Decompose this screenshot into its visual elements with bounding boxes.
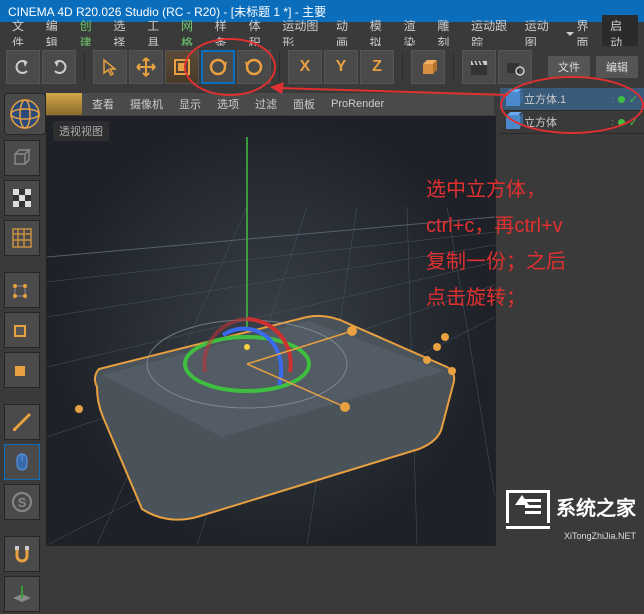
edge-mode-icon bbox=[10, 318, 34, 342]
enable-check-icon[interactable]: ✓ bbox=[629, 116, 638, 129]
rotate-alt-icon bbox=[243, 56, 265, 78]
move-icon bbox=[135, 56, 157, 78]
toolbar-divider bbox=[279, 53, 280, 81]
rotate-icon bbox=[207, 56, 229, 78]
snap-s-icon: S bbox=[10, 490, 34, 514]
clapper-gear-icon bbox=[505, 57, 525, 77]
vp-tab-panel[interactable]: 面板 bbox=[285, 96, 323, 112]
globe-icon bbox=[8, 97, 42, 131]
scale-icon bbox=[172, 57, 192, 77]
vp-tab-camera[interactable]: 摄像机 bbox=[122, 96, 171, 112]
object-hierarchy-panel: 立方体.1 : ✓ 立方体 : ✓ bbox=[500, 88, 644, 544]
right-pill-bar: 文件 编辑 bbox=[548, 56, 638, 78]
checker-icon bbox=[10, 186, 34, 210]
viewport-header: 查看 摄像机 显示 选项 过滤 面板 ProRender bbox=[46, 93, 494, 115]
hierarchy-item-label: 立方体 bbox=[524, 114, 557, 130]
axis-y-button[interactable]: Y bbox=[324, 50, 358, 84]
magnet-icon bbox=[10, 542, 34, 566]
viewport-label: 透视视图 bbox=[53, 121, 109, 141]
point-mode-button[interactable] bbox=[4, 272, 40, 308]
visibility-dot-icon[interactable] bbox=[618, 96, 625, 103]
chevron-down-icon bbox=[566, 32, 574, 36]
toolbar-divider bbox=[84, 53, 85, 81]
render-clapper-button[interactable] bbox=[462, 50, 496, 84]
move-tool-button[interactable] bbox=[129, 50, 163, 84]
point-mode-icon bbox=[10, 278, 34, 302]
viewport-3d[interactable]: 透视视图 bbox=[46, 116, 496, 546]
axis-x-button[interactable]: X bbox=[288, 50, 322, 84]
left-toolbar-tools: S bbox=[4, 140, 44, 614]
edge-mode-button[interactable] bbox=[4, 312, 40, 348]
grid-icon bbox=[10, 226, 34, 250]
snap-mode-button[interactable]: S bbox=[4, 484, 40, 520]
cube-icon bbox=[506, 115, 520, 129]
hierarchy-item-cube[interactable]: 立方体 : ✓ bbox=[500, 111, 644, 134]
workplane-button[interactable] bbox=[4, 576, 40, 612]
redo-icon bbox=[49, 57, 69, 77]
axis-x-icon: X bbox=[300, 58, 311, 76]
axis-y-icon: Y bbox=[336, 58, 347, 76]
poly-mode-icon bbox=[10, 358, 34, 382]
cube-icon bbox=[417, 56, 439, 78]
cursor-icon bbox=[100, 57, 120, 77]
vp-tab-filter[interactable]: 过滤 bbox=[247, 96, 285, 112]
cube-wire-icon bbox=[10, 146, 34, 170]
axis-z-button[interactable]: Z bbox=[360, 50, 394, 84]
viewport-scene bbox=[47, 117, 495, 545]
vp-tab-view[interactable]: 查看 bbox=[84, 96, 122, 112]
hierarchy-item-label: 立方体.1 bbox=[524, 91, 566, 107]
axis-icon bbox=[10, 410, 34, 434]
file-pill[interactable]: 文件 bbox=[548, 56, 590, 78]
cursor-tool-button[interactable] bbox=[93, 50, 127, 84]
hierarchy-item-cube-1[interactable]: 立方体.1 : ✓ bbox=[500, 88, 644, 111]
axis-mode-button[interactable] bbox=[4, 404, 40, 440]
workplane-icon bbox=[10, 582, 34, 606]
texture-mode-button[interactable] bbox=[4, 180, 40, 216]
grid-mode-button[interactable] bbox=[4, 220, 40, 256]
mouse-icon bbox=[10, 450, 34, 474]
magnet-button[interactable] bbox=[4, 536, 40, 572]
scale-tool-button[interactable] bbox=[165, 50, 199, 84]
undo-icon bbox=[13, 57, 33, 77]
dots-icon: : bbox=[611, 117, 614, 127]
model-mode-button[interactable] bbox=[4, 140, 40, 176]
clapper-icon bbox=[469, 57, 489, 77]
vp-tab-prorender[interactable]: ProRender bbox=[323, 98, 392, 110]
globe-button[interactable] bbox=[4, 93, 46, 135]
last-tool-button[interactable] bbox=[237, 50, 271, 84]
left-toolbar-nav bbox=[4, 93, 44, 137]
toolbar-divider bbox=[402, 53, 403, 81]
undo-button[interactable] bbox=[6, 50, 40, 84]
edit-pill[interactable]: 编辑 bbox=[596, 56, 638, 78]
axis-z-icon: Z bbox=[372, 58, 382, 76]
toolbar-divider bbox=[453, 53, 454, 81]
viewport-icon-gold[interactable] bbox=[46, 93, 82, 115]
poly-mode-button[interactable] bbox=[4, 352, 40, 388]
svg-text:S: S bbox=[18, 495, 27, 510]
enable-check-icon[interactable]: ✓ bbox=[629, 93, 638, 106]
vp-tab-options[interactable]: 选项 bbox=[209, 96, 247, 112]
cursor-mode-button[interactable] bbox=[4, 444, 40, 480]
main-toolbar: X Y Z 文件 编辑 bbox=[0, 46, 644, 88]
vp-tab-display[interactable]: 显示 bbox=[171, 96, 209, 112]
rotate-tool-button[interactable] bbox=[201, 50, 235, 84]
menubar: 文件 编辑 创建 选择 工具 网格 样条 体积 运动图形 动画 模拟 渲染 雕刻… bbox=[0, 22, 644, 46]
cube-icon bbox=[506, 92, 520, 106]
dots-icon: : bbox=[611, 94, 614, 104]
cube-primitive-button[interactable] bbox=[411, 50, 445, 84]
visibility-dot-icon[interactable] bbox=[618, 119, 625, 126]
render-settings-button[interactable] bbox=[498, 50, 532, 84]
redo-button[interactable] bbox=[42, 50, 76, 84]
